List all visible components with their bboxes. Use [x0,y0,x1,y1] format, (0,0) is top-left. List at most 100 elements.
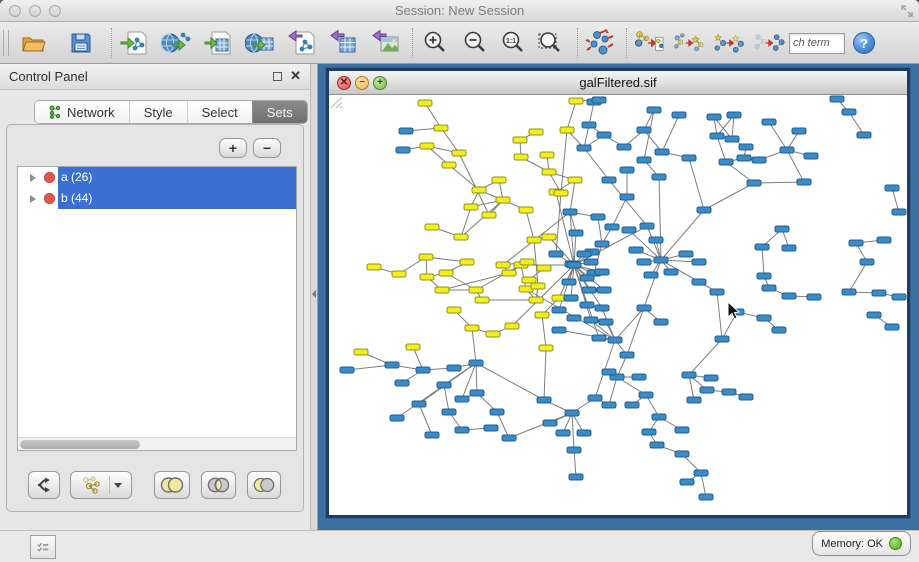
network-node[interactable] [591,214,605,220]
network-node[interactable] [416,367,430,373]
create-set-from-network-button[interactable] [70,471,132,499]
network-node[interactable] [599,319,613,325]
network-node[interactable] [757,315,771,321]
network-node[interactable] [390,415,404,421]
network-node[interactable] [620,352,634,358]
network-node[interactable] [639,392,653,398]
network-node[interactable] [588,395,602,401]
network-node[interactable] [569,230,583,236]
split-set-button[interactable] [28,471,60,499]
network-node[interactable] [519,207,533,213]
network-node[interactable] [464,204,478,210]
import-table-file-button[interactable] [202,27,234,59]
tab-style[interactable]: Style [129,101,187,123]
network-node[interactable] [804,153,818,159]
scrollbar-thumb[interactable] [20,440,140,449]
network-node[interactable] [554,190,568,196]
network-node[interactable] [469,287,483,293]
network-node[interactable] [842,289,856,295]
network-node[interactable] [567,315,581,321]
network-node[interactable] [385,362,399,368]
network-node[interactable] [637,127,651,133]
apply-layout-button[interactable] [584,27,616,59]
network-node[interactable] [580,275,594,281]
expand-caret-icon[interactable] [30,195,36,203]
network-node[interactable] [584,259,598,265]
network-node[interactable] [482,212,496,218]
network-node[interactable] [830,96,844,102]
network-node[interactable] [562,279,576,285]
network-node[interactable] [597,287,611,293]
network-node[interactable] [569,98,583,104]
select-connected-button[interactable] [713,27,745,59]
network-node[interactable] [622,227,636,233]
network-node[interactable] [577,251,591,257]
network-node[interactable] [727,112,741,118]
network-node[interactable] [620,167,634,173]
export-table-button[interactable] [328,27,360,59]
network-node[interactable] [885,185,899,191]
network-node[interactable] [687,397,701,403]
network-node[interactable] [780,147,794,153]
network-node[interactable] [556,430,570,436]
network-node[interactable] [700,387,714,393]
network-node[interactable] [367,264,381,270]
remove-set-button[interactable]: − [253,138,281,158]
network-node[interactable] [620,194,634,200]
network-node[interactable] [625,402,639,408]
network-node[interactable] [514,154,528,160]
network-node[interactable] [725,136,739,142]
network-node[interactable] [529,297,543,303]
zoom-fit-button[interactable] [535,27,567,59]
network-node[interactable] [552,307,566,313]
network-node[interactable] [664,269,678,275]
network-node[interactable] [542,169,556,175]
export-network-button[interactable] [286,27,318,59]
network-node[interactable] [640,223,654,229]
network-node[interactable] [354,349,368,355]
network-node[interactable] [577,145,591,151]
network-node[interactable] [792,128,806,134]
save-session-button[interactable] [65,27,97,59]
network-node[interactable] [490,409,504,415]
hide-selection-button[interactable] [753,27,785,59]
network-node[interactable] [782,293,796,299]
network-node[interactable] [496,197,510,203]
network-node[interactable] [460,259,474,265]
network-node[interactable] [469,360,483,366]
network-node[interactable] [540,152,554,158]
network-node[interactable] [637,305,651,311]
network-node[interactable] [694,470,708,476]
network-node[interactable] [737,155,751,161]
network-node[interactable] [739,144,753,150]
open-session-button[interactable] [17,27,49,59]
export-image-button[interactable] [370,27,402,59]
network-node[interactable] [885,324,899,330]
network-node[interactable] [595,241,609,247]
network-node[interactable] [437,382,451,388]
network-node[interactable] [584,317,598,323]
network-node[interactable] [654,257,668,263]
network-node[interactable] [595,269,609,275]
float-panel-icon[interactable] [273,72,282,81]
network-node[interactable] [484,425,498,431]
network-node[interactable] [710,289,724,295]
intersect-sets-button[interactable] [201,471,236,499]
network-node[interactable] [568,177,582,183]
tab-network[interactable]: Network [35,101,129,123]
network-node[interactable] [527,237,541,243]
network-node[interactable] [396,147,410,153]
network-node[interactable] [496,262,510,268]
zoom-actual-button[interactable]: 1:1 [497,27,529,59]
network-node[interactable] [699,494,713,500]
network-node[interactable] [582,287,596,293]
network-node[interactable] [707,114,721,120]
network-node[interactable] [710,133,724,139]
network-node[interactable] [877,237,891,243]
network-node[interactable] [531,283,545,289]
network-node[interactable] [642,429,656,435]
network-node[interactable] [772,327,786,333]
network-node[interactable] [418,100,432,106]
network-node[interactable] [475,297,489,303]
network-node[interactable] [602,402,616,408]
